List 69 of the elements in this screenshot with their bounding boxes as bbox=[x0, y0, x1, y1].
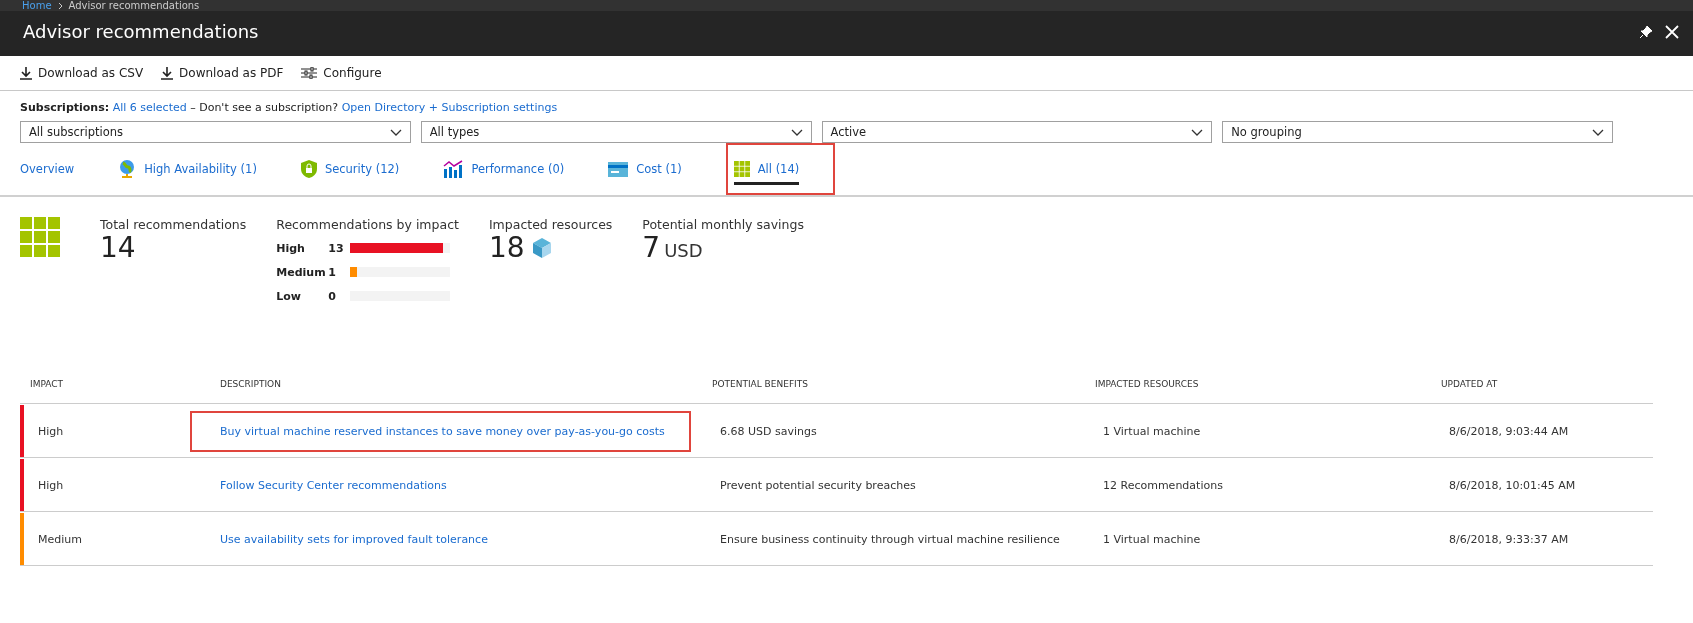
table-cell-text: 1 Virtual machine bbox=[1102, 424, 1202, 438]
chevron-down-icon bbox=[1592, 128, 1604, 136]
category-tab[interactable]: High Availability (1) bbox=[118, 143, 257, 195]
stat-label: Recommendations by impact bbox=[276, 217, 459, 232]
recommendation-link[interactable]: Buy virtual machine reserved instances to save money over pay-as-you-go costs bbox=[192, 412, 689, 450]
chevron-down-icon bbox=[790, 128, 803, 136]
filter-dropdown[interactable]: All types bbox=[420, 121, 812, 143]
breadcrumb-link[interactable]: Home bbox=[22, 0, 52, 11]
impact-count: 13 bbox=[328, 241, 345, 255]
settings-link[interactable]: Open Directory + Subscription settings bbox=[341, 101, 558, 114]
column-header: IMPACTED RESOURCES bbox=[1094, 379, 1200, 389]
category-tab[interactable]: All (14) bbox=[725, 143, 836, 195]
table-cell-text: High bbox=[37, 478, 65, 492]
chevron-down-icon bbox=[389, 128, 402, 136]
column-header: POTENTIAL BENEFITS bbox=[711, 379, 809, 389]
breadcrumb-text: Advisor recommendations bbox=[68, 0, 200, 11]
category-tab[interactable]: Cost (1) bbox=[608, 143, 682, 195]
table-cell-text: 1 Virtual machine bbox=[1102, 532, 1202, 546]
recommendation-link[interactable]: Use availability sets for improved fault tolerance bbox=[192, 520, 512, 558]
configure-button[interactable]: Configure bbox=[301, 66, 382, 80]
filter-dropdown[interactable]: All subscriptions bbox=[20, 121, 411, 143]
window-title: Advisor recommendations bbox=[23, 21, 259, 42]
chevron-icon bbox=[57, 1, 63, 10]
currency-unit: USD bbox=[664, 240, 703, 261]
globe-icon bbox=[118, 159, 137, 179]
table-cell-text: 12 Recommendations bbox=[1102, 478, 1224, 492]
stat-value: 14 bbox=[100, 232, 137, 264]
grid-icon bbox=[733, 161, 750, 177]
table-cell-text: Ensure business continuity through virtual machine resilience bbox=[719, 532, 1061, 546]
column-header: DESCRIPTION bbox=[219, 379, 282, 389]
subscription-note: – Don't see a subscription? bbox=[190, 101, 339, 114]
download-button[interactable]: Download as PDF bbox=[161, 66, 284, 80]
download-icon bbox=[20, 66, 32, 80]
column-header: UPDATED AT bbox=[1440, 379, 1499, 389]
table-cell-text: 8/6/2018, 9:33:37 AM bbox=[1448, 532, 1570, 546]
filter-dropdown[interactable]: Active bbox=[821, 121, 1213, 143]
category-tab[interactable]: Performance (0) bbox=[443, 143, 565, 195]
impact-label: Low bbox=[276, 289, 302, 303]
category-tab[interactable]: Overview bbox=[20, 143, 75, 195]
table-cell-text: High bbox=[37, 424, 65, 438]
table-cell-text: 8/6/2018, 10:01:45 AM bbox=[1448, 478, 1577, 492]
card-icon bbox=[608, 161, 629, 177]
stat-value: 7 bbox=[642, 232, 661, 264]
subscriptions-label: Subscriptions: bbox=[20, 101, 110, 114]
shield-icon bbox=[300, 160, 317, 178]
stat-label: Impacted resources bbox=[488, 217, 613, 232]
sliders-icon bbox=[301, 67, 318, 79]
table-cell-text: 8/6/2018, 9:03:44 AM bbox=[1448, 424, 1570, 438]
impact-count: 0 bbox=[328, 289, 337, 303]
selected-subscriptions-link[interactable]: All 6 selected bbox=[112, 101, 187, 114]
impact-label: High bbox=[276, 241, 306, 255]
grid-icon bbox=[20, 217, 60, 257]
impact-label: Medium bbox=[276, 265, 327, 279]
bar-chart-icon bbox=[443, 160, 464, 178]
cube-icon bbox=[532, 238, 551, 258]
table-cell-text: Prevent potential security breaches bbox=[719, 478, 917, 492]
impact-count: 1 bbox=[328, 265, 337, 279]
table-cell-text: Medium bbox=[37, 532, 83, 546]
stat-label: Potential monthly savings bbox=[642, 217, 804, 232]
recommendation-link[interactable]: Follow Security Center recommendations bbox=[192, 466, 471, 504]
download-icon bbox=[161, 66, 174, 80]
filter-dropdown[interactable]: No grouping bbox=[1222, 121, 1613, 143]
stat-value: 18 bbox=[488, 232, 525, 264]
stat-label: Total recommendations bbox=[100, 217, 247, 232]
table-cell-text: 6.68 USD savings bbox=[719, 424, 818, 438]
category-tab[interactable]: Security (12) bbox=[300, 143, 400, 195]
chevron-down-icon bbox=[1191, 128, 1204, 136]
column-header: IMPACT bbox=[29, 379, 65, 389]
download-button[interactable]: Download as CSV bbox=[20, 66, 144, 80]
